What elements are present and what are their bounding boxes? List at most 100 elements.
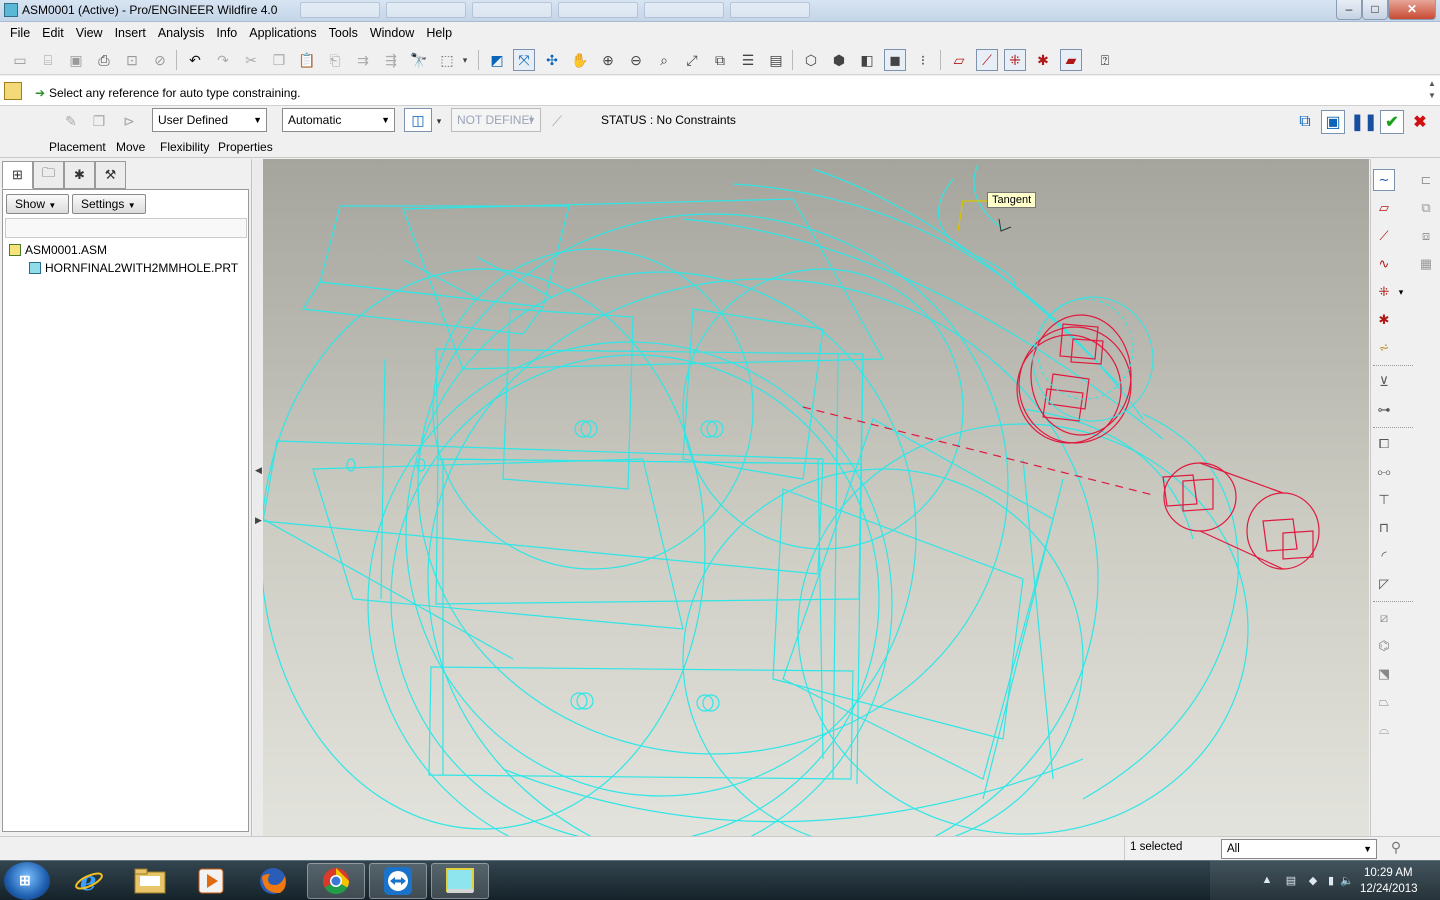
pattern-icon[interactable]: ▦ [1415,253,1437,275]
selection-filter-dropdown[interactable]: All ▼ [1221,839,1377,859]
regenerate-manager-icon[interactable]: ⇶ [380,49,402,71]
hole-icon[interactable]: ⊤ [1373,489,1395,511]
media-player-icon[interactable] [182,863,240,899]
zoom-out-icon[interactable]: ⊖ [625,49,647,71]
firefox-icon[interactable] [244,863,302,899]
menu-file[interactable]: File [4,26,36,40]
pro-engineer-taskbar-icon[interactable] [431,863,489,899]
model-tree-tab-icon[interactable]: ⊞ [2,161,33,189]
folder-browser-tab-icon[interactable]: 🗀 [33,161,64,189]
cut-icon[interactable]: ✂ [240,49,262,71]
menu-insert[interactable]: Insert [109,26,152,40]
panel-sash[interactable]: ◀ ▶ [253,159,263,836]
flip-icon[interactable]: ⊳ [118,110,140,132]
layers-icon[interactable]: ☰ [737,49,759,71]
preview-window-icon[interactable]: ⧉ [1293,110,1317,134]
coordinate-system-icon[interactable]: ✱ [1373,309,1395,331]
menu-tools[interactable]: Tools [323,26,364,40]
orient-icon[interactable]: ✣ [541,49,563,71]
menu-applications[interactable]: Applications [243,26,322,40]
security-icon[interactable]: ◆ [1306,874,1320,888]
shell-icon[interactable]: ⊓ [1373,517,1395,539]
maximize-button[interactable]: □ [1362,0,1388,20]
zoom-in-icon[interactable]: ⊕ [597,49,619,71]
datum-point-dropdown-icon[interactable]: ▾ [1395,281,1407,303]
no-hidden-icon[interactable]: ◧ [856,49,878,71]
style-icon[interactable]: ⏢ [1373,691,1395,713]
copy-icon[interactable]: ❐ [268,49,290,71]
tree-item-part[interactable]: HORNFINAL2WITH2MMHOLE.PRT [29,261,238,275]
refit-icon[interactable]: ⌕ [653,49,675,71]
coordinate-systems-icon[interactable]: ✱ [1032,49,1054,71]
menu-view[interactable]: View [70,26,109,40]
redo-icon[interactable]: ↷ [212,49,234,71]
datum-plane-icon[interactable]: ▱ [1373,197,1395,219]
paste-special-icon[interactable]: ⎗ [324,49,346,71]
reorient-icon[interactable]: ⤢ [681,49,703,71]
tab-move[interactable]: Move [116,140,145,154]
erase-icon[interactable]: ⊘ [149,49,171,71]
show-button[interactable]: Show ▼ [6,194,69,214]
context-help-icon[interactable]: ⍰ [1094,49,1116,71]
create-component-icon[interactable]: ⊶ [1373,399,1395,421]
constraint-type-dropdown[interactable]: Automatic ▼ [282,108,395,132]
settings-button[interactable]: Settings ▼ [72,194,146,214]
connections-tab-icon[interactable]: ⚒ [95,161,126,189]
save-copy-icon[interactable]: ⊡ [121,49,143,71]
select-dropdown-icon[interactable]: ▾ [458,49,472,71]
graphics-window[interactable]: Tangent [263,159,1369,836]
menu-analysis[interactable]: Analysis [152,26,211,40]
cancel-icon[interactable]: ✖ [1408,110,1432,134]
new-icon[interactable]: ▭ [9,49,31,71]
close-button[interactable]: ✕ [1388,0,1436,20]
datum-curve-icon[interactable]: ∿ [1373,253,1395,275]
menu-info[interactable]: Info [210,26,243,40]
tree-item-assembly[interactable]: ASM0001.ASM [9,243,107,257]
find-icon[interactable]: 🔭 [408,49,430,71]
pan-icon[interactable]: ✋ [569,49,591,71]
constraint-icon[interactable]: ✎ [60,110,82,132]
accept-icon[interactable]: ✔ [1380,110,1404,134]
connection-icon[interactable]: ❐ [88,110,110,132]
file-explorer-icon[interactable] [121,863,179,899]
saved-views-icon[interactable]: ⧉ [709,49,731,71]
menu-help[interactable]: Help [420,26,458,40]
datum-axes-icon[interactable]: ⟋ [976,49,998,71]
boundary-blend-icon[interactable]: ⬔ [1373,663,1395,685]
pause-icon[interactable]: ❚❚ [1351,110,1378,134]
constraint-set-dropdown[interactable]: User Defined ▼ [152,108,267,132]
preview-model-icon[interactable]: ▣ [1321,110,1345,134]
tab-flexibility[interactable]: Flexibility [160,140,209,154]
datum-points-icon[interactable]: ⁜ [1004,49,1026,71]
draft-icon[interactable]: ⧄ [1373,607,1395,629]
teamviewer-icon[interactable] [369,863,427,899]
mirror-icon[interactable]: ⊏ [1415,169,1437,191]
appearance-icon[interactable]: ▤ [765,49,787,71]
paste-icon[interactable]: 📋 [296,49,318,71]
menu-edit[interactable]: Edit [36,26,70,40]
extrude-icon[interactable]: ⧠ [1373,433,1395,455]
assemble-icon[interactable]: ⊻ [1373,371,1395,393]
spin-center-toggle-icon[interactable]: ▰ [1060,49,1082,71]
regenerate-icon[interactable]: ⇉ [352,49,374,71]
menu-window[interactable]: Window [364,26,420,40]
start-button[interactable]: ⊞ [4,862,50,900]
copy-feature-icon[interactable]: ⧉ [1415,197,1437,219]
model-tree-icon[interactable]: ⁝ [912,49,934,71]
merge-icon[interactable]: ⧈ [1415,225,1437,247]
internet-explorer-icon[interactable]: e [60,863,118,899]
print-icon[interactable]: ⎙ [93,49,115,71]
open-icon[interactable]: ⌸ [37,49,59,71]
wireframe-icon[interactable]: ⬡ [800,49,822,71]
freestyle-icon[interactable]: ⌓ [1373,719,1395,741]
hidden-line-icon[interactable]: ⬢ [828,49,850,71]
revolve-icon[interactable]: ⧟ [1373,461,1395,483]
spin-center-icon[interactable]: ⤧ [513,49,535,71]
clock-time[interactable]: 10:29 AM [1364,867,1413,879]
network-icon[interactable]: ▤ [1284,874,1298,888]
tab-placement[interactable]: Placement [49,140,106,154]
flip-direction-icon[interactable]: ⟋ [546,110,568,132]
select-box-icon[interactable]: ⬚ [436,49,458,71]
favorites-tab-icon[interactable]: ✱ [64,161,95,189]
datum-planes-icon[interactable]: ▱ [948,49,970,71]
